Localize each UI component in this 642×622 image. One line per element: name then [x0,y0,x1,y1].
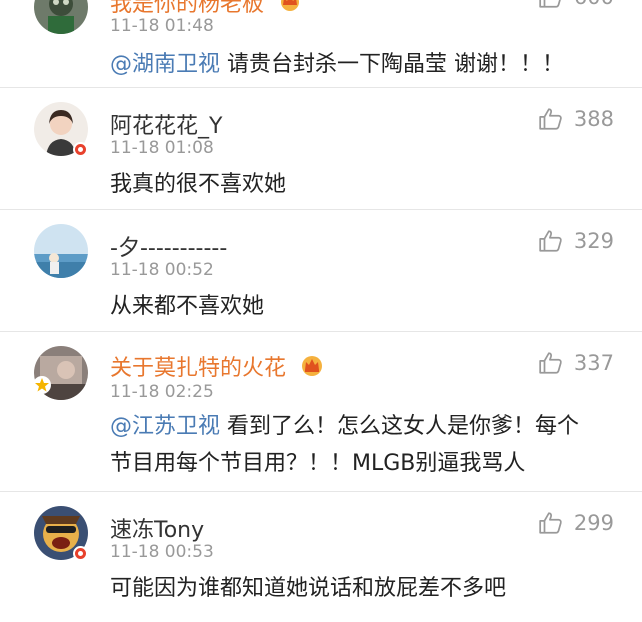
like-count: 329 [573,229,614,253]
like-button[interactable]: 388 [538,106,614,132]
comment-text: 可能因为谁都知道她说话和放屁差不多吧 [110,576,507,601]
timestamp: 11-18 00:53 [110,542,214,562]
star-badge-icon [33,376,51,394]
verified-badge-icon [73,546,88,561]
mention-link[interactable]: @江苏卫视 [110,414,220,439]
username[interactable]: 阿花花花_Y [110,108,222,140]
avatar[interactable] [34,0,88,34]
timestamp: 11-18 01:08 [110,138,214,158]
comment-text: @湖南卫视 请贵台封杀一下陶晶莹 谢谢！！！ [110,52,565,77]
like-button[interactable]: 600 [538,0,614,10]
crown-icon [277,0,303,18]
thumbs-up-icon [539,0,561,8]
like-button[interactable]: 337 [538,350,614,376]
like-count: 299 [573,511,614,535]
timestamp: 11-18 00:52 [110,260,214,280]
like-count: 600 [574,0,614,9]
comment-text: 从来都不喜欢她 [110,294,265,319]
comment-item: 我是你的杨老板 11-18 01:48 600 @湖南卫视 请贵台封杀一下陶晶莹… [0,0,642,88]
thumbs-up-icon [539,352,562,374]
mention-link[interactable]: @湖南卫视 [110,52,220,77]
comment-text: 我真的很不喜欢她 [110,172,287,197]
thumbs-up-icon [539,230,562,252]
comment-item: 阿花花花_Y 11-18 01:08 388 我真的很不喜欢她 [0,88,642,210]
comment-item: 速冻Tony 11-18 00:53 299 可能因为谁都知道她说话和放屁差不多… [0,492,642,622]
like-count: 337 [573,351,614,375]
like-button[interactable]: 299 [538,510,614,536]
username[interactable]: 速冻Tony [110,512,204,544]
timestamp: 11-18 02:25 [110,382,214,402]
verified-badge-icon [73,142,88,157]
like-count: 388 [573,107,614,131]
username[interactable]: 关于莫扎特的火花 [110,350,325,383]
username[interactable]: -夕----------- [110,230,227,262]
thumbs-up-icon [539,512,562,534]
like-button[interactable]: 329 [538,228,614,254]
comment-item: -夕----------- 11-18 00:52 329 从来都不喜欢她 [0,210,642,332]
comment-item: 关于莫扎特的火花 11-18 02:25 337 @江苏卫视 看到了么！怎么这女… [0,332,642,492]
avatar[interactable] [34,224,88,278]
thumbs-up-icon [539,108,562,130]
comment-text: @江苏卫视 看到了么！怎么这女人是你爹！每个节目用每个节目用？！！MLGB别逼我… [110,414,580,476]
timestamp: 11-18 01:48 [110,16,214,36]
crown-icon [299,355,325,383]
